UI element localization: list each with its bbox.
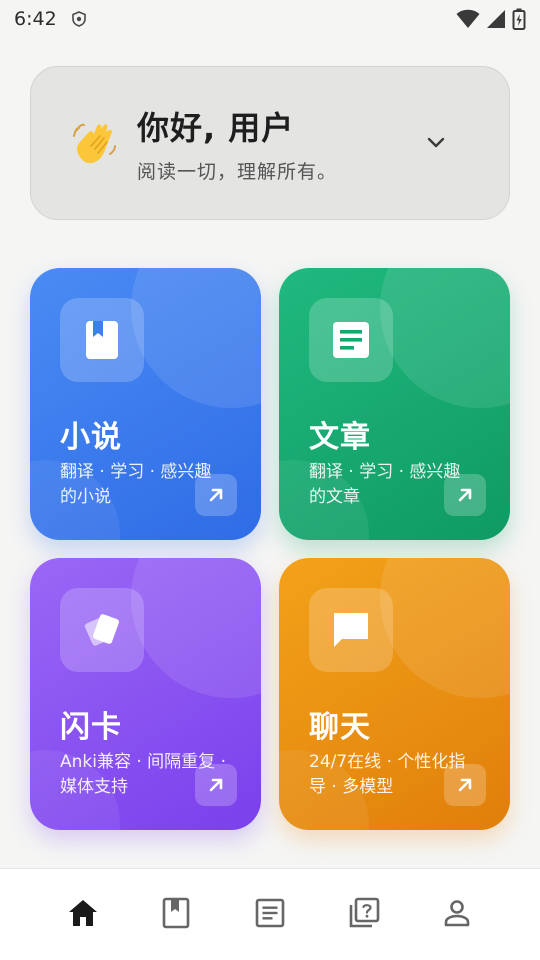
greeting-card[interactable]: 你好, 用户 阅读一切，理解所有。 [30, 66, 510, 220]
status-icons [456, 8, 526, 30]
nav-quiz[interactable] [339, 888, 389, 938]
flashcard-card[interactable]: 闪卡 Anki兼容 · 间隔重复 · 媒体支持 [30, 558, 261, 830]
arrow-up-right-icon [458, 488, 472, 502]
chat-title: 聊天 [309, 710, 371, 745]
decorative-circle [131, 268, 261, 408]
greeting-text: 你好, 用户 阅读一切，理解所有。 [137, 103, 337, 184]
novel-card[interactable]: 小说 翻译 · 学习 · 感兴趣的小说 [30, 268, 261, 540]
greeting-subtitle: 阅读一切，理解所有。 [137, 160, 338, 183]
greeting-title: 你好, 用户 [137, 108, 295, 147]
article-open-button[interactable] [444, 474, 486, 516]
nav-articles[interactable] [245, 888, 295, 938]
profile-icon [444, 899, 470, 926]
wifi-icon [456, 9, 480, 29]
decorative-circle [380, 558, 510, 698]
nav-home[interactable] [58, 888, 108, 938]
chat-icon-box [309, 588, 393, 672]
novel-open-button[interactable] [195, 474, 237, 516]
nav-library[interactable] [151, 888, 201, 938]
bottom-navigation [0, 868, 540, 960]
novel-title: 小说 [60, 420, 122, 455]
status-time: 6:42 [14, 8, 57, 30]
home-icon [68, 899, 97, 926]
chevron-down-icon[interactable] [425, 131, 447, 153]
bookmark-book-icon [163, 897, 190, 928]
chat-card[interactable]: 聊天 24/7在线 · 个性化指导 · 多模型 [279, 558, 510, 830]
arrow-up-right-icon [458, 778, 472, 792]
article-card[interactable]: 文章 翻译 · 学习 · 感兴趣的文章 [279, 268, 510, 540]
article-icon [333, 322, 369, 358]
cell-signal-icon [487, 10, 505, 28]
decorative-circle [131, 558, 261, 698]
book-icon [86, 321, 118, 359]
novel-icon-box [60, 298, 144, 382]
arrow-up-right-icon [209, 778, 223, 792]
status-bar: 6:42 [0, 0, 540, 38]
nav-profile[interactable] [432, 888, 482, 938]
flashcard-open-button[interactable] [195, 764, 237, 806]
article-title: 文章 [309, 420, 371, 455]
cards-icon [84, 614, 119, 646]
chat-open-button[interactable] [444, 764, 486, 806]
article-icon [255, 898, 285, 927]
decorative-circle [380, 268, 510, 408]
flashcard-title: 闪卡 [60, 710, 122, 745]
arrow-up-right-icon [209, 488, 223, 502]
battery-icon [512, 8, 526, 30]
chat-icon [334, 613, 368, 647]
flashcard-icon-box [60, 588, 144, 672]
quiz-icon [349, 897, 379, 927]
article-icon-box [309, 298, 393, 382]
shield-icon [71, 11, 86, 27]
waving-hand-icon [73, 123, 116, 164]
